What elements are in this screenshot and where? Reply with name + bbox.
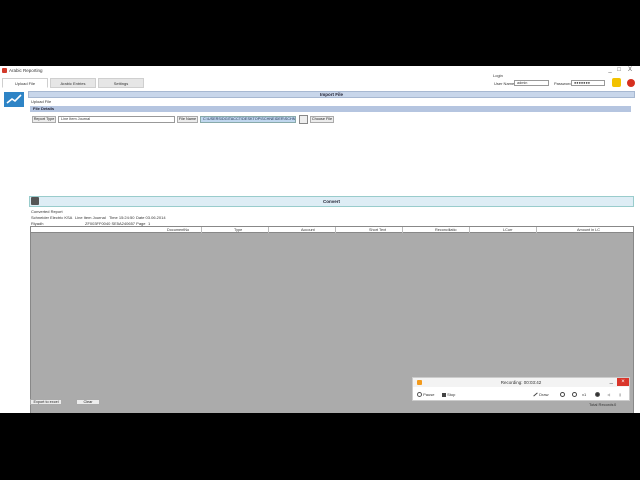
logout-icon[interactable]: [627, 79, 635, 87]
recorder-toolbar: Pause Stop Draw x1 ◀ ▮: [413, 389, 629, 401]
total-records-label: Total Records: [589, 402, 614, 407]
draw-label: Draw: [539, 392, 549, 397]
convert-button[interactable]: Convert: [29, 196, 634, 207]
stop-button[interactable]: Stop: [442, 391, 455, 399]
column-separator: [469, 227, 470, 233]
column-header[interactable]: Short Text: [369, 227, 386, 233]
report-time: Time 15:24:50: [109, 215, 135, 220]
grid-header: DocumentNo Type Account Short Text Recon…: [31, 227, 633, 233]
recorder-logo-icon: [417, 380, 422, 385]
zoom-out-button[interactable]: [572, 391, 577, 399]
column-header[interactable]: Type: [234, 227, 242, 233]
password-field[interactable]: ●●●●●●●: [571, 80, 605, 86]
minimize-button[interactable]: _: [606, 67, 614, 74]
app-icon: [2, 68, 7, 73]
column-separator: [268, 227, 269, 233]
file-name-label: File Name: [177, 116, 198, 123]
tab-settings[interactable]: Settings: [98, 78, 144, 88]
key-icon[interactable]: [612, 78, 621, 87]
stop-label: Stop: [447, 392, 456, 397]
file-details-header: File Details: [30, 106, 631, 112]
report-type-select[interactable]: Line Item Journal: [58, 116, 175, 123]
column-separator: [536, 227, 537, 233]
username-field[interactable]: admin: [514, 80, 549, 86]
tab-upload-file[interactable]: Upload File: [2, 78, 48, 88]
zoom-out-icon: [572, 392, 577, 398]
choose-file-button[interactable]: Choose File: [310, 116, 334, 123]
login-title: Login: [493, 73, 503, 78]
maximize-button[interactable]: □: [615, 67, 623, 74]
recorder-header: Recording: 00:03:42 _ ×: [413, 378, 629, 387]
pause-label: Pause: [423, 392, 435, 397]
import-file-header: Import File: [28, 91, 635, 98]
company-name: Schneider Electric KSA: [31, 215, 73, 220]
report-name: Line Item Journal: [75, 215, 106, 220]
password-label: Password: [554, 81, 572, 86]
column-separator: [402, 227, 403, 233]
export-to-excel-button[interactable]: Export to excel: [30, 399, 62, 405]
file-path-field[interactable]: C:\USERS\DGITACCT\DESKTOP\SCHNEIDER\SCHN…: [200, 116, 296, 123]
report-title: Converted Report: [31, 209, 63, 214]
breadcrumb: Upload File: [31, 99, 52, 104]
report-date: Date 03.06.2014: [136, 215, 166, 220]
report-type-label: Report Type: [32, 116, 56, 123]
column-separator: [201, 227, 202, 233]
column-header[interactable]: Reconciliatio: [435, 227, 457, 233]
column-header[interactable]: Account: [301, 227, 315, 233]
stop-icon: [442, 392, 446, 397]
volume-button[interactable]: ◀: [607, 391, 610, 399]
pause-icon: [417, 392, 422, 398]
column-header[interactable]: LCurr: [503, 227, 513, 233]
app-logo: [4, 92, 24, 107]
window-title: Arabic Reporting: [9, 68, 43, 73]
recorder-panel: Recording: 00:03:42 _ × Pause Stop Draw …: [412, 377, 630, 401]
username-label: User Name: [494, 81, 515, 86]
app-window: Arabic Reporting _ □ X Upload File Arabi…: [0, 66, 640, 413]
file-icon[interactable]: [299, 115, 308, 124]
zoom-in-button[interactable]: [560, 391, 565, 399]
convert-icon: [31, 197, 39, 205]
pause-button[interactable]: Pause: [417, 391, 434, 399]
recorder-close-button[interactable]: ×: [617, 378, 629, 386]
close-button[interactable]: X: [626, 67, 634, 74]
column-header[interactable]: DocumentNo: [167, 227, 189, 233]
tab-arabic-entries[interactable]: Arabic Entries: [50, 78, 96, 88]
convert-label: Convert: [322, 199, 340, 204]
recording-status: Recording: 00:03:42: [500, 380, 542, 385]
webcam-button[interactable]: [595, 391, 600, 399]
clear-button[interactable]: Clear: [76, 399, 100, 405]
column-separator: [335, 227, 336, 233]
webcam-icon: [595, 392, 600, 398]
pen-icon: [533, 392, 538, 397]
total-records-value: 0: [614, 402, 617, 407]
mic-button[interactable]: ▮: [619, 391, 621, 399]
recorder-minimize-button[interactable]: _: [610, 378, 613, 385]
draw-button[interactable]: Draw: [533, 391, 548, 399]
title-bar: Arabic Reporting _ □ X: [0, 66, 640, 76]
zoom-level: x1: [582, 392, 587, 397]
zoom-in-icon: [560, 392, 565, 398]
column-header[interactable]: Amount in LC: [577, 227, 600, 233]
